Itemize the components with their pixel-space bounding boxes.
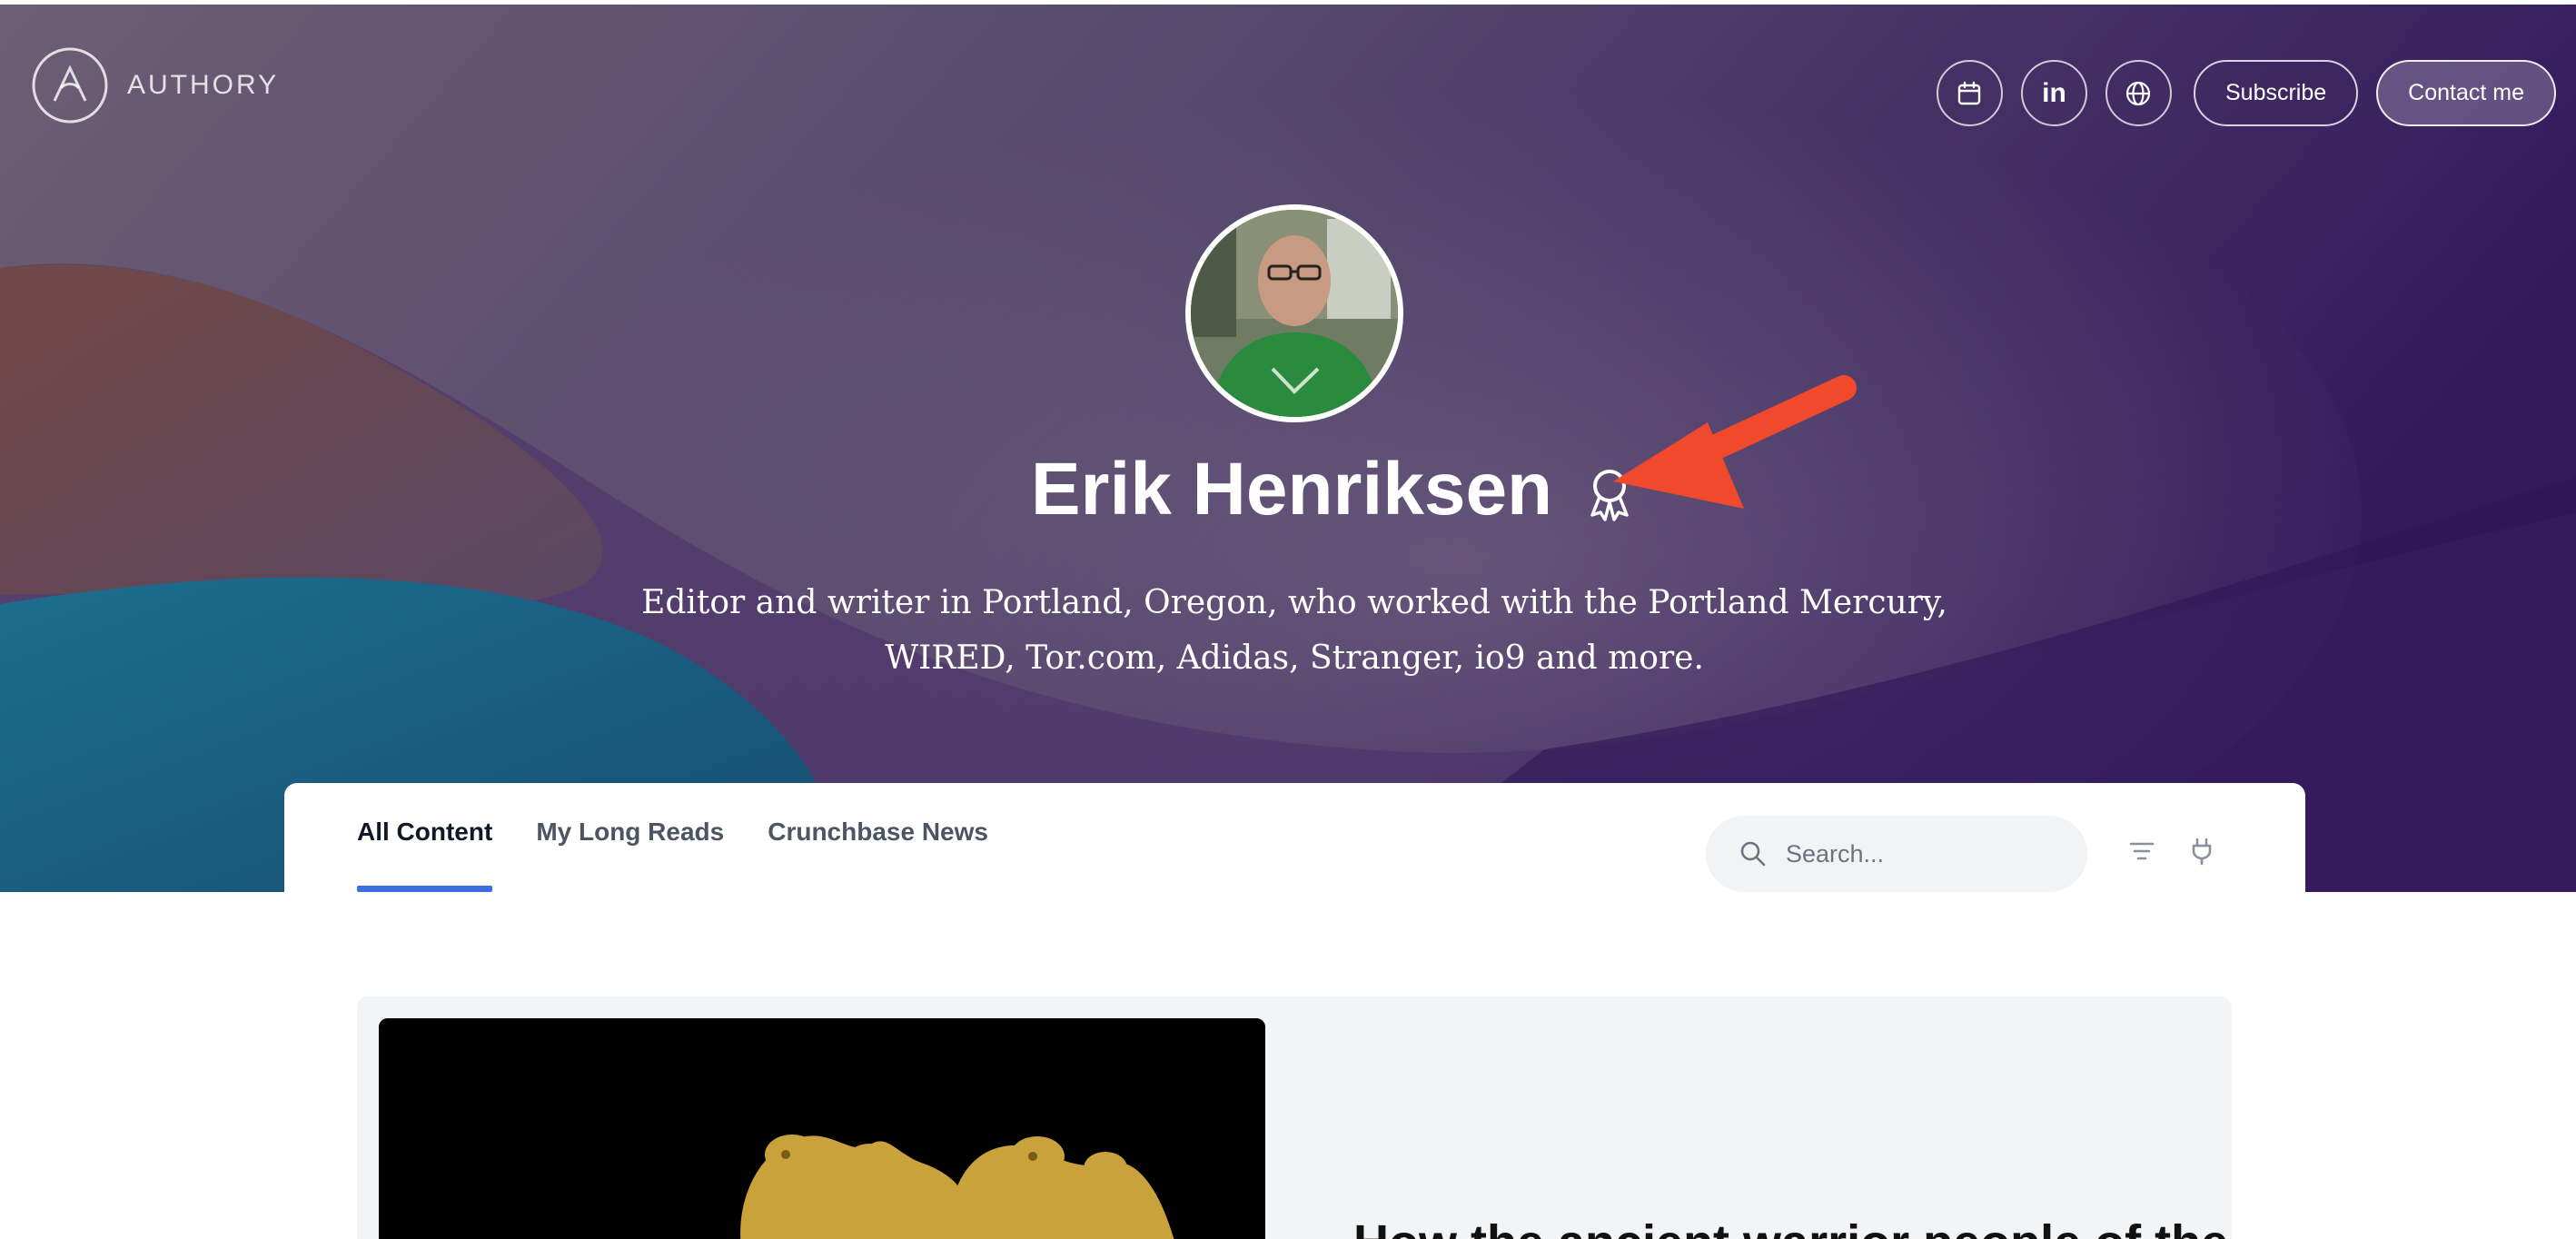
website-button[interactable]	[2105, 60, 2172, 126]
linkedin-icon: in	[2042, 77, 2066, 108]
content-tabs: All Content My Long Reads Crunchbase New…	[357, 783, 988, 892]
globe-icon	[2126, 81, 2151, 105]
calendar-icon	[1958, 81, 1981, 104]
content-nav-bar: All Content My Long Reads Crunchbase New…	[284, 783, 2305, 892]
article-image	[379, 1018, 1265, 1239]
header-actions: in Subscribe Contact me	[1936, 60, 2556, 126]
tab-my-long-reads[interactable]: My Long Reads	[536, 783, 724, 892]
authory-logo[interactable]: AUTHORY	[31, 46, 279, 124]
profile-bio: Editor and writer in Portland, Oregon, w…	[641, 584, 1947, 677]
filter-icon[interactable]	[2126, 836, 2157, 867]
search-icon	[1740, 841, 1766, 867]
contact-me-button[interactable]: Contact me	[2376, 60, 2556, 126]
search-box[interactable]	[1706, 816, 2087, 892]
calendar-button[interactable]	[1936, 60, 2003, 126]
tab-all-content[interactable]: All Content	[357, 783, 493, 892]
article-thumbnail[interactable]	[379, 1018, 1265, 1239]
subscribe-button[interactable]: Subscribe	[2193, 60, 2359, 126]
search-input[interactable]	[1786, 839, 2058, 868]
article-card[interactable]: How the ancient warrior people of the	[357, 996, 2232, 1239]
tab-crunchbase-news[interactable]: Crunchbase News	[768, 783, 988, 892]
authory-logo-icon	[32, 47, 108, 124]
annotation-arrow-icon	[1613, 375, 1857, 509]
article-title[interactable]: How the ancient warrior people of the	[1353, 1214, 2228, 1239]
profile-photo	[1191, 210, 1398, 417]
brand-name: AUTHORY	[127, 70, 280, 100]
profile-hero: AUTHORY in Subscribe Contact me Erik Hen…	[0, 5, 2576, 892]
profile-name: Erik Henriksen	[1030, 448, 1553, 530]
plug-icon[interactable]	[2186, 836, 2217, 867]
profile-name-row: Erik Henriksen	[0, 447, 2576, 532]
avatar	[1185, 204, 1403, 422]
linkedin-button[interactable]: in	[2020, 60, 2087, 126]
